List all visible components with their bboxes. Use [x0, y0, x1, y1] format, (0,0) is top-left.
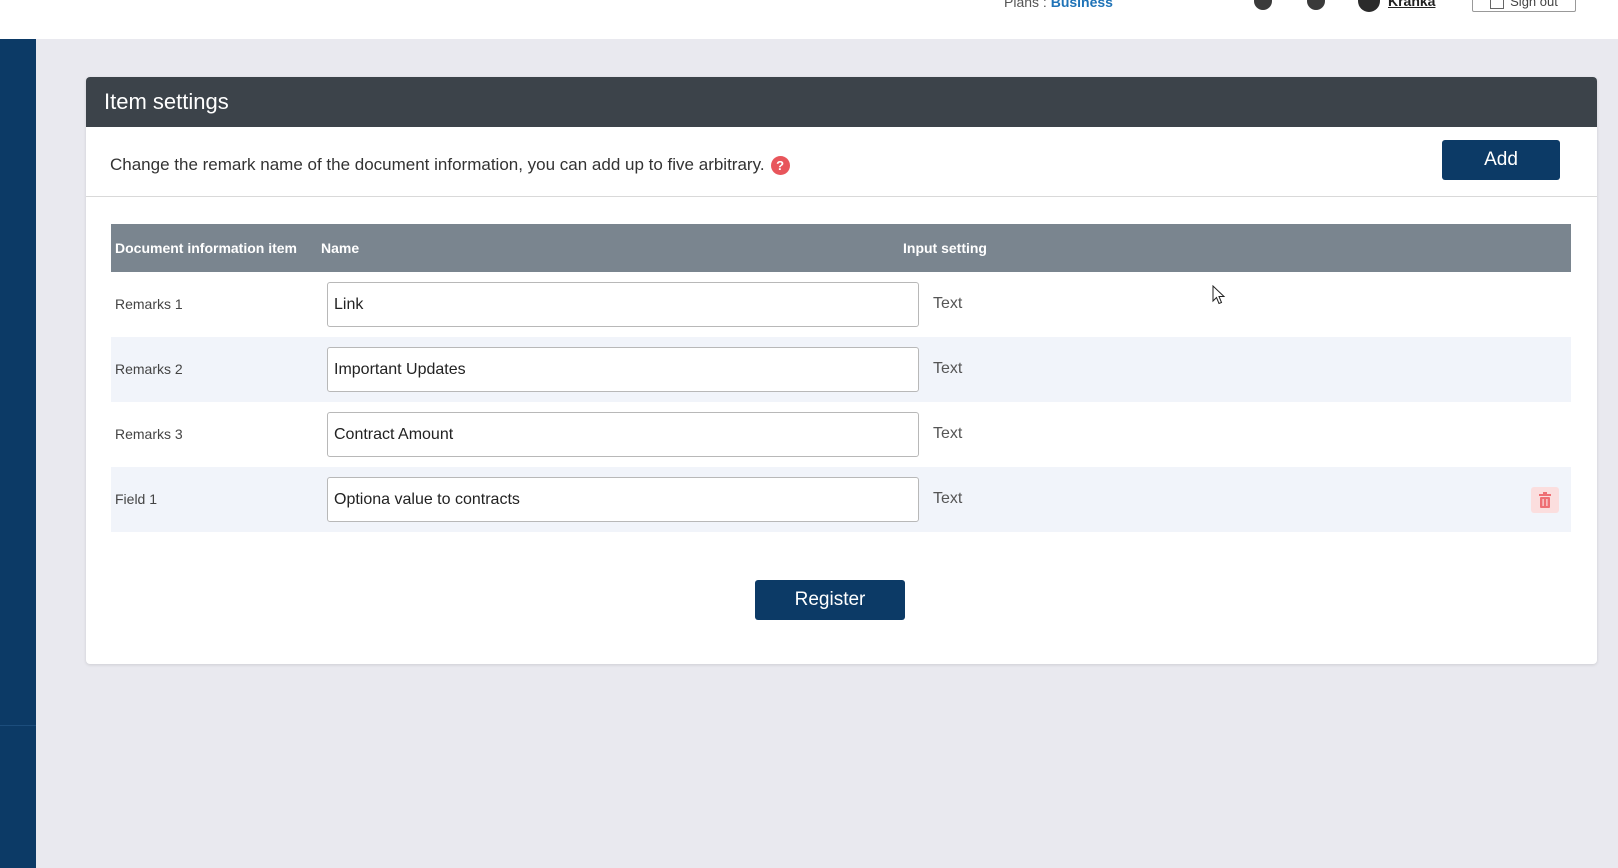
page-title: Item settings [104, 89, 229, 114]
user-avatar-icon [1358, 0, 1380, 12]
plan-indicator: Plans : Business [1004, 0, 1113, 10]
input-setting-value: Text [933, 490, 963, 507]
name-input[interactable] [327, 282, 919, 327]
row-item-label: Remarks 3 [115, 426, 183, 442]
header-item: Document information item [115, 240, 298, 256]
plan-value: Business [1050, 0, 1113, 10]
table-row: Remarks 2 Text [111, 337, 1571, 402]
user-name[interactable]: Kranka [1388, 0, 1435, 9]
sidebar-divider [0, 725, 36, 726]
plan-label: Plans : [1004, 0, 1047, 10]
table-header: Document information item Name Input set… [111, 224, 1571, 272]
register-button[interactable]: Register [755, 580, 905, 620]
table-row: Remarks 1 Text [111, 272, 1571, 337]
user-menu[interactable]: Kranka [1358, 0, 1435, 12]
input-setting-value: Text [933, 360, 963, 377]
trash-icon [1539, 492, 1551, 508]
description-row: Change the remark name of the document i… [86, 127, 1597, 197]
top-bar: Plans : Business Kranka Sign out [0, 0, 1618, 39]
sidebar [0, 39, 36, 868]
help-icon[interactable]: ? [770, 155, 790, 175]
row-item-label: Field 1 [115, 491, 158, 507]
notification-icon[interactable] [1254, 0, 1272, 10]
name-input[interactable] [327, 412, 919, 457]
row-item-label: Remarks 1 [115, 296, 183, 312]
input-setting-value: Text [933, 295, 963, 312]
mouse-cursor-icon [1212, 285, 1226, 305]
sign-out-icon [1490, 0, 1505, 9]
sign-out-button[interactable]: Sign out [1472, 0, 1576, 12]
add-button[interactable]: Add [1442, 140, 1560, 180]
delete-row-button[interactable] [1531, 487, 1559, 513]
panel-header: Item settings [86, 77, 1597, 127]
header-name: Name [321, 240, 360, 256]
description-text: Change the remark name of the document i… [110, 155, 765, 174]
item-settings-table: Document information item Name Input set… [111, 224, 1571, 532]
info-icon[interactable] [1307, 0, 1325, 10]
item-settings-panel: Item settings Change the remark name of … [86, 77, 1597, 664]
header-setting: Input setting [903, 240, 987, 256]
sign-out-label: Sign out [1510, 0, 1558, 9]
name-input[interactable] [327, 477, 919, 522]
input-setting-value: Text [933, 425, 963, 442]
table-row: Field 1 Text [111, 467, 1571, 532]
table-row: Remarks 3 Text [111, 402, 1571, 467]
description: Change the remark name of the document i… [110, 155, 790, 175]
name-input[interactable] [327, 347, 919, 392]
row-item-label: Remarks 2 [115, 361, 183, 377]
